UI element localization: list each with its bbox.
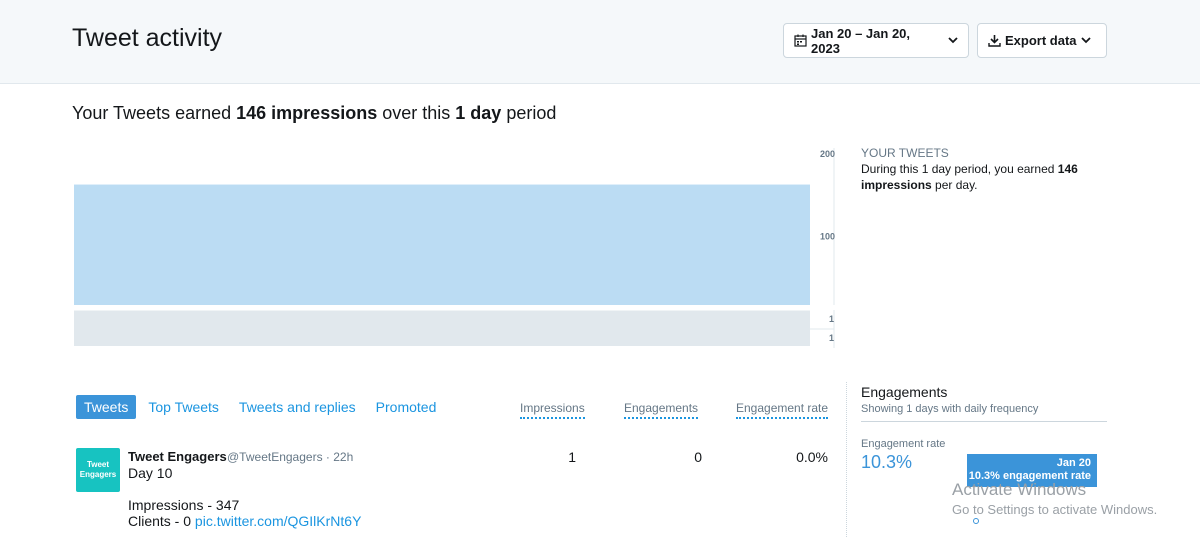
cell-engagement-rate: 0.0%: [796, 449, 828, 465]
tweet-media-link[interactable]: pic.twitter.com/QGIlKrNt6Y: [195, 513, 361, 529]
export-data-label: Export data: [1005, 33, 1077, 48]
impressions-chart-svg: 200 100 1 1: [74, 148, 835, 348]
secondary-tick-label: 1: [829, 314, 834, 324]
your-tweets-text-prefix: During this 1 day period, you earned: [861, 162, 1055, 176]
your-tweets-heading: YOUR TWEETS: [861, 146, 949, 160]
impressions-bar: [74, 184, 810, 305]
tweet-text-line: Clients - 0 pic.twitter.com/QGIlKrNt6Y: [128, 513, 361, 529]
avatar-text: Tweet Engagers: [79, 460, 117, 479]
tweet-text-line: Impressions - 347: [128, 497, 240, 513]
column-impressions[interactable]: Impressions: [520, 401, 585, 419]
summary-suffix: period: [506, 103, 557, 123]
tab-top-tweets[interactable]: Top Tweets: [140, 395, 227, 419]
engagement-rate-value: 10.3%: [861, 452, 913, 472]
column-engagements[interactable]: Engagements: [624, 401, 699, 419]
watermark-title: Activate Windows: [952, 480, 1087, 499]
tooltip-date: Jan 20: [1056, 457, 1091, 469]
chevron-down-icon: [1080, 37, 1091, 44]
engagements-divider: [861, 421, 1107, 422]
y-tick-label: 100: [820, 232, 835, 242]
secondary-tick-label: 1: [829, 333, 834, 343]
engagement-rate-label: Engagement rate: [861, 438, 946, 450]
tweet-tabs: Tweets Top Tweets Tweets and replies Pro…: [76, 395, 448, 419]
chevron-down-icon: [948, 37, 958, 44]
date-range-label: Jan 20 – Jan 20, 2023: [811, 25, 911, 56]
engagements-title: Engagements: [861, 384, 948, 400]
export-data-button[interactable]: Export data: [977, 23, 1107, 58]
section-divider: [846, 382, 847, 537]
avatar[interactable]: Tweet Engagers: [76, 448, 120, 492]
cell-engagements: 0: [694, 449, 702, 465]
engagements-subtitle: Showing 1 days with daily frequency: [861, 403, 1039, 415]
engagement-data-point[interactable]: [973, 518, 979, 524]
activate-windows-watermark: Activate Windows Go to Settings to activ…: [952, 480, 1157, 517]
tab-tweets[interactable]: Tweets: [76, 395, 137, 419]
column-engagement-rate[interactable]: Engagement rate: [736, 401, 829, 419]
summary-middle: over this: [382, 103, 451, 123]
your-tweets-text: During this 1 day period, you earned 146…: [861, 161, 1111, 193]
tab-promoted[interactable]: Promoted: [368, 395, 445, 419]
tweet-text-prefix: Clients - 0: [128, 513, 192, 529]
calendar-icon: [794, 34, 807, 47]
y-tick-label: 200: [820, 149, 835, 159]
page-header: Tweet activity Jan 20 – Jan 20, 2023 Exp…: [0, 0, 1200, 84]
impressions-chart: 200 100 1 1: [72, 140, 842, 350]
summary-impressions: 146 impressions: [236, 103, 378, 123]
your-tweets-text-suffix: per day.: [935, 178, 978, 192]
impressions-summary: Your Tweets earned 146 impressions over …: [72, 103, 556, 124]
your-tweets-panel: YOUR TWEETS During this 1 day period, yo…: [861, 145, 1111, 193]
tweet-author-handle: @TweetEngagers · 22h: [227, 450, 354, 464]
download-icon: [988, 34, 1001, 47]
page-title: Tweet activity: [72, 24, 223, 52]
cell-impressions: 1: [568, 449, 576, 465]
tweet-text-line: Day 10: [128, 465, 173, 481]
summary-prefix: Your Tweets earned: [72, 103, 232, 123]
tweet-author-name[interactable]: Tweet Engagers: [128, 449, 227, 464]
summary-period: 1 day: [455, 103, 502, 123]
secondary-bar: [74, 310, 810, 346]
table-row[interactable]: Tweet Engagers Tweet Engagers @TweetEnga…: [76, 445, 831, 537]
tab-tweets-and-replies[interactable]: Tweets and replies: [231, 395, 364, 419]
watermark-subtitle: Go to Settings to activate Windows.: [952, 502, 1158, 517]
date-range-button[interactable]: Jan 20 – Jan 20, 2023: [783, 23, 969, 58]
